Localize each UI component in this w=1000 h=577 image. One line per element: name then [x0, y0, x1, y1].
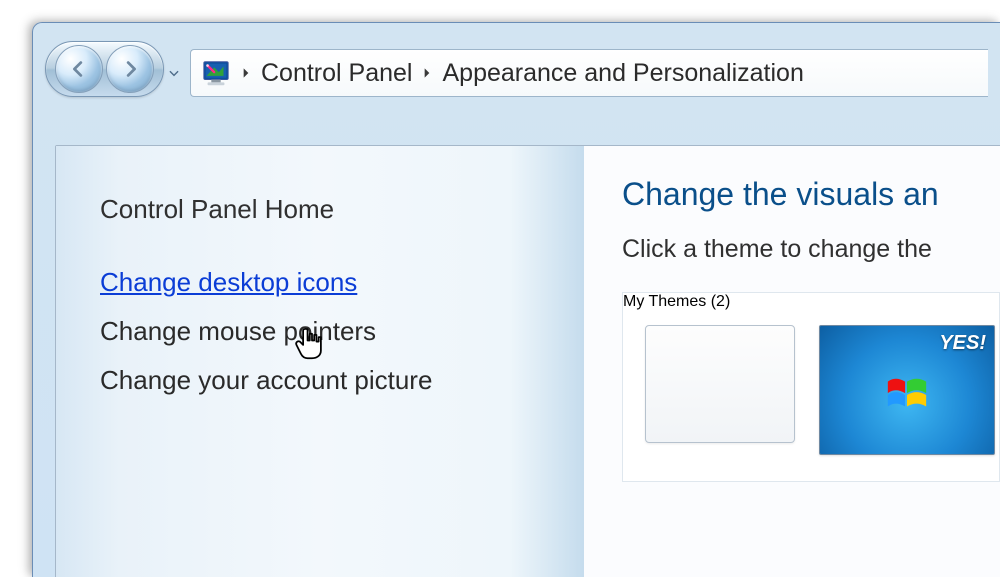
sidebar-home-link[interactable]: Control Panel Home: [100, 194, 548, 225]
page-subtitle: Click a theme to change the: [622, 235, 1000, 264]
arrow-right-icon: [119, 58, 141, 80]
address-bar[interactable]: Control Panel Appearance and Personaliza…: [190, 49, 988, 97]
chevron-right-icon: [239, 66, 253, 80]
arrow-left-icon: [68, 58, 90, 80]
breadcrumb-item[interactable]: Control Panel: [261, 59, 412, 88]
sidebar: Control Panel Home Change desktop icons …: [56, 146, 584, 577]
windows-logo-icon: [884, 372, 930, 418]
history-dropdown-button[interactable]: [166, 49, 182, 97]
breadcrumb-item[interactable]: Appearance and Personalization: [442, 59, 803, 88]
content-area: Control Panel Home Change desktop icons …: [55, 145, 1000, 577]
theme-item[interactable]: [645, 325, 795, 443]
themes-group: My Themes (2) YES!: [622, 292, 1000, 482]
chevron-right-icon: [420, 66, 434, 80]
sidebar-link-mouse-pointers[interactable]: Change mouse pointers: [100, 316, 376, 347]
themes-list: YES!: [623, 311, 999, 455]
chevron-down-icon: [167, 66, 181, 80]
sidebar-link-account-picture[interactable]: Change your account picture: [100, 365, 432, 396]
main-panel: Change the visuals an Click a theme to c…: [584, 146, 1000, 577]
themes-header: My Themes (2): [623, 293, 730, 310]
page-title: Change the visuals an: [622, 176, 1000, 213]
theme-badge: YES!: [939, 332, 986, 355]
window-frame: Control Panel Appearance and Personaliza…: [32, 22, 1000, 577]
nav-buttons-container: [45, 41, 164, 97]
forward-button[interactable]: [106, 45, 154, 93]
theme-item[interactable]: YES!: [819, 325, 995, 455]
sidebar-link-desktop-icons[interactable]: Change desktop icons: [100, 267, 357, 298]
back-button[interactable]: [55, 45, 103, 93]
titlebar: Control Panel Appearance and Personaliza…: [33, 23, 1000, 103]
personalization-icon: [201, 59, 231, 87]
